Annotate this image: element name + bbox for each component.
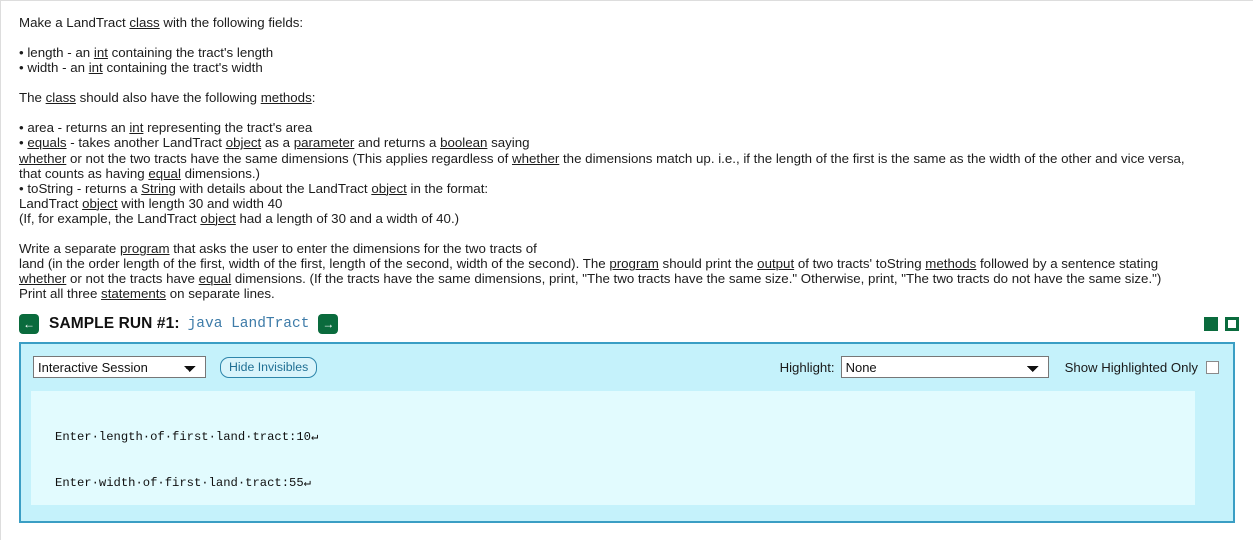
previous-sample-run-arrow-icon[interactable]: ← xyxy=(19,314,39,335)
field-bullet-length: • length - an int containing the tract's… xyxy=(19,45,274,61)
sample-run-panel: Interactive Session Hide Invisibles High… xyxy=(19,342,1235,524)
program-line-2: land (in the order length of the first, … xyxy=(19,256,1159,272)
console-toolbar: Interactive Session Hide Invisibles High… xyxy=(21,344,1233,381)
method-line-format-example: LandTract object with length 30 and widt… xyxy=(19,195,283,211)
console-line: Enter·width·of·first·land·tract:55↵ xyxy=(55,475,312,490)
method-line-format-note: (If, for example, the LandTract object h… xyxy=(19,210,460,226)
hollow-square-icon[interactable] xyxy=(1225,317,1239,332)
sample-run-header: ← SAMPLE RUN #1: java LandTract → xyxy=(1,312,1253,336)
prompt-intro: Make a LandTract class with the followin… xyxy=(19,15,304,30)
assignment-prompt: Make a LandTract class with the followin… xyxy=(1,1,1253,301)
console-line: Enter·length·of·first·land·tract:10↵ xyxy=(55,430,319,444)
sample-run-title: SAMPLE RUN #1: xyxy=(49,315,180,333)
program-line-4: Print all three statements on separate l… xyxy=(19,286,275,302)
method-line-equals-cont: whether or not the two tracts have the s… xyxy=(19,150,1185,166)
page-container: Make a LandTract class with the followin… xyxy=(0,0,1253,540)
session-select[interactable]: Interactive Session xyxy=(33,356,206,379)
show-highlighted-only-checkbox[interactable] xyxy=(1206,360,1219,374)
next-sample-run-arrow-icon[interactable]: → xyxy=(318,314,339,335)
filled-square-icon[interactable] xyxy=(1204,317,1218,332)
console-output: Enter·length·of·first·land·tract:10↵ Ent… xyxy=(31,391,1195,506)
method-line-equal-dims: that counts as having equal dimensions.) xyxy=(19,165,260,181)
method-line-area: • area - returns an int representing the… xyxy=(19,120,313,136)
prompt-methods-intro: The class should also have the following… xyxy=(19,90,316,106)
program-line-1: Write a separate program that asks the u… xyxy=(19,241,537,257)
highlight-label: Highlight: xyxy=(779,359,835,375)
field-bullet-width: • width - an int containing the tract's … xyxy=(19,60,263,76)
method-line-equals: • equals - takes another LandTract objec… xyxy=(19,135,530,151)
sample-run-command: java LandTract xyxy=(187,316,310,333)
program-line-3: whether or not the tracts have equal dim… xyxy=(19,271,1162,287)
highlight-select[interactable]: None xyxy=(840,356,1049,379)
show-highlighted-only-label: Show Highlighted Only xyxy=(1064,359,1198,375)
hide-invisibles-button[interactable]: Hide Invisibles xyxy=(220,356,318,378)
method-line-tostring: • toString - returns a String with detai… xyxy=(19,180,489,196)
